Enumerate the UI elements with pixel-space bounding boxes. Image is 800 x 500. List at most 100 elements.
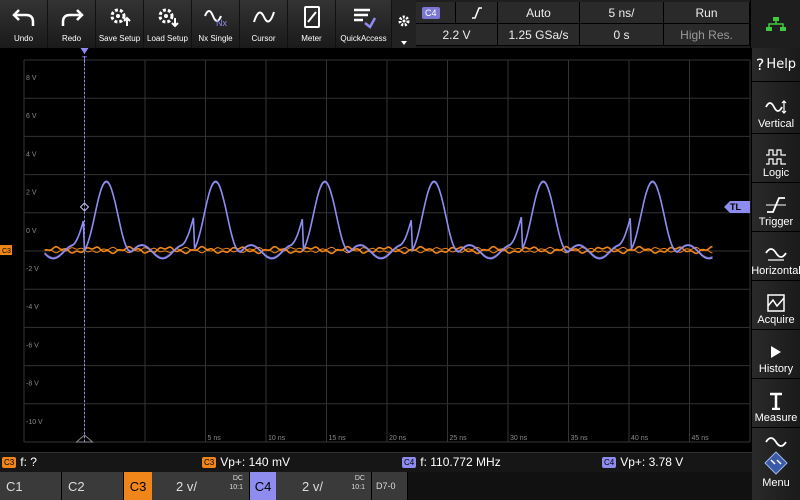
channel-name: C4	[250, 472, 276, 500]
undo-button[interactable]: Undo	[0, 0, 48, 48]
menu-button[interactable]: Menu	[752, 428, 800, 492]
measurement-bar: C3 f: ? C3 Vp+: 140 mV C4 f: 110.772 MHz…	[0, 452, 752, 472]
measurement-c3-frequency[interactable]: C3 f: ?	[2, 455, 37, 469]
trigger-level-tag[interactable]: TL	[724, 200, 750, 213]
channel-c2-button[interactable]: C2	[62, 472, 124, 500]
history-label: History	[758, 363, 794, 375]
toolbar: Undo Redo Save Setup Load Setup Nx Nx Si…	[0, 0, 416, 48]
y-axis-label: 0 V	[26, 228, 37, 235]
vertical-label: Vertical	[757, 118, 795, 130]
trigger-source-badge: C4	[422, 6, 440, 19]
trigger-slope[interactable]	[456, 2, 498, 24]
channel-bar: C1 C2 C3 2 v/ DC 10:1 C4 2 v/ DC 10:1 D7-0	[0, 472, 752, 500]
undo-icon	[11, 9, 34, 26]
vertical-icon	[765, 100, 787, 114]
quick-access-label: QuickAccess	[340, 34, 387, 43]
vertical-button[interactable]: Vertical	[752, 82, 800, 134]
waveform-display[interactable]: 8 V 6 V 4 V 2 V 0 V -2 V -4 V -6 V -8 V -10 V 5 n…	[0, 48, 770, 452]
acquire-button[interactable]: Acquire	[752, 281, 800, 330]
nx-single-button[interactable]: Nx Nx Single	[192, 0, 240, 48]
svg-text:Nx: Nx	[216, 18, 227, 28]
horizontal-button[interactable]: Horizontal	[751, 232, 800, 281]
measurement-channel-badge: C3	[202, 456, 217, 468]
x-axis-labels: 5 ns 10 ns 15 ns 20 ns 25 ns 30 ns 35 ns 40 ns 4…	[208, 435, 770, 442]
quick-access-button[interactable]: QuickAccess	[336, 0, 392, 48]
trigger-button[interactable]: Trigger	[752, 183, 800, 232]
coupling-value: DC	[232, 475, 243, 482]
rising-edge-icon	[471, 6, 482, 19]
measurement-c4-peak[interactable]: C4 Vp+: 3.78 V	[602, 455, 683, 469]
waveform-icon	[765, 437, 787, 447]
load-setup-button[interactable]: Load Setup	[144, 0, 192, 48]
measurement-value: Vp+: 3.78 V	[620, 455, 684, 469]
logic-button[interactable]: Logic	[752, 134, 800, 183]
quick-access-icon	[353, 8, 376, 29]
measure-icon	[770, 392, 782, 410]
horizontal-label: Horizontal	[751, 265, 800, 277]
channel-coupling: DC 10:1	[229, 474, 243, 492]
y-axis-labels: 8 V 6 V 4 V 2 V 0 V -2 V -4 V -6 V -8 V -10 V	[26, 75, 43, 426]
y-axis-label: 6 V	[26, 113, 37, 120]
redo-label: Redo	[61, 34, 82, 43]
sample-rate[interactable]: 1.25 GSa/s	[498, 24, 580, 46]
measurement-channel-badge: C3	[2, 456, 17, 468]
x-axis-label: 5 ns	[208, 435, 222, 442]
x-axis-label: 20 ns	[389, 435, 407, 442]
load-setup-label: Load Setup	[147, 34, 188, 43]
trigger-marker-arrow-icon	[80, 48, 89, 54]
channel-name: C3	[124, 472, 152, 500]
measurement-value: f: ?	[20, 455, 37, 469]
settings-button[interactable]	[392, 0, 416, 48]
channel-digital-button[interactable]: D7-0	[372, 472, 408, 500]
nx-single-label: Nx Single	[198, 34, 233, 43]
run-state[interactable]: Run	[664, 2, 750, 24]
cursor-icon	[252, 11, 275, 23]
logic-icon	[766, 149, 786, 165]
channel-name: C1	[6, 478, 23, 494]
trigger-icon	[766, 197, 786, 213]
history-button[interactable]: History	[752, 330, 800, 379]
timebase-scale[interactable]: 5 ns/	[580, 2, 664, 24]
trigger-source[interactable]: C4	[416, 2, 456, 24]
help-button[interactable]: ? Help	[752, 48, 800, 82]
x-axis-label: 35 ns	[571, 435, 589, 442]
cursor-label: Cursor	[251, 34, 276, 43]
trigger-level[interactable]: 2.2 V	[416, 24, 498, 46]
x-axis-label: 40 ns	[631, 435, 649, 442]
measurement-c4-frequency[interactable]: C4 f: 110.772 MHz	[402, 455, 501, 469]
history-icon	[771, 346, 781, 358]
x-axis-label: 45 ns	[692, 435, 710, 442]
cursor-button[interactable]: Cursor	[240, 0, 288, 48]
trigger-mode[interactable]: Auto	[498, 2, 580, 24]
coupling-value: DC	[354, 475, 365, 482]
undo-label: Undo	[13, 34, 34, 43]
measurement-c3-peak[interactable]: C3 Vp+: 140 mV	[202, 455, 290, 469]
x-axis-label: 15 ns	[329, 435, 347, 442]
save-setup-button[interactable]: Save Setup	[96, 0, 144, 48]
channel-c4-button[interactable]: C4 2 v/ DC 10:1	[250, 472, 372, 500]
x-axis-label: 10 ns	[268, 435, 286, 442]
c3-offset-tag[interactable]: C3	[0, 245, 12, 256]
measure-label: Measure	[754, 412, 798, 424]
y-axis-label: 8 V	[26, 75, 37, 82]
y-axis-label: -10 V	[26, 419, 43, 426]
y-axis-label: 4 V	[26, 151, 37, 158]
meter-button[interactable]: Meter	[288, 0, 336, 48]
measure-button[interactable]: Measure	[752, 379, 800, 428]
acquire-icon	[767, 294, 785, 312]
side-menu: ? Help Vertical Logic Trigger Horizontal…	[751, 48, 800, 500]
horizontal-position[interactable]: 0 s	[580, 24, 664, 46]
channel-c3-button[interactable]: C3 2 v/ DC 10:1	[124, 472, 250, 500]
acquire-label: Acquire	[757, 314, 795, 326]
x-axis-label: 30 ns	[510, 435, 528, 442]
acquisition-mode[interactable]: High Res.	[664, 24, 750, 46]
measurement-value: f: 110.772 MHz	[420, 455, 501, 469]
channel-c1-button[interactable]: C1	[0, 472, 62, 500]
probe-ratio: 10:1	[351, 484, 365, 491]
redo-button[interactable]: Redo	[48, 0, 96, 48]
logic-label: Logic	[762, 167, 790, 179]
trigger-marker[interactable]: T	[80, 48, 89, 65]
network-status	[750, 0, 800, 48]
meter-icon	[303, 6, 320, 28]
meter-label: Meter	[301, 34, 322, 43]
